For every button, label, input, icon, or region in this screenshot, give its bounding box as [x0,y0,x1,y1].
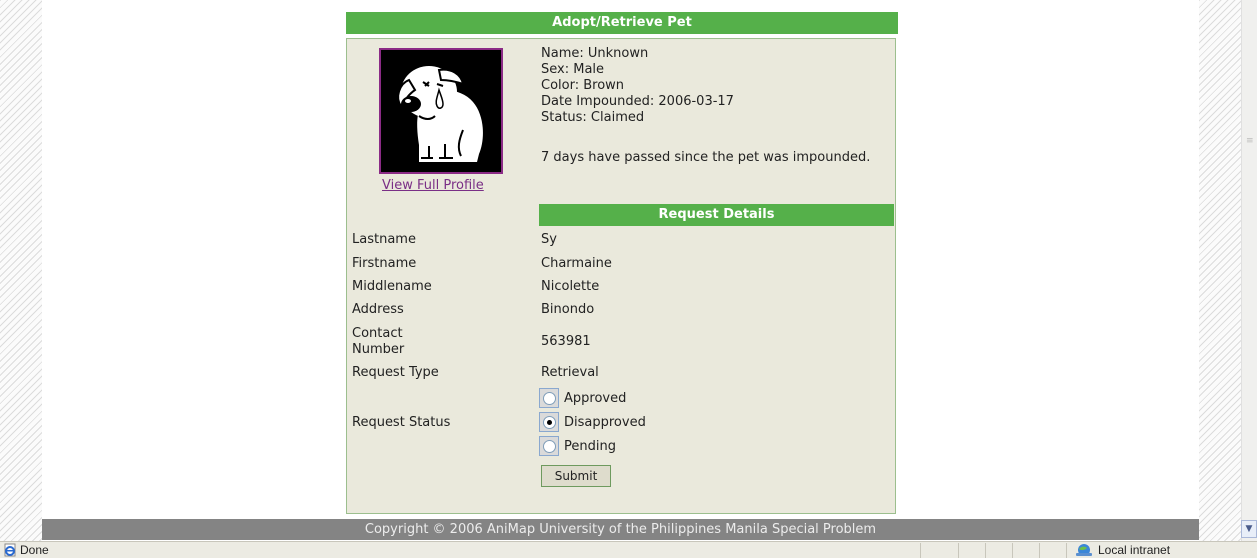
disapproved-radio[interactable] [539,412,559,432]
status-option-pending[interactable]: Pending [539,435,616,457]
submit-button[interactable]: Submit [541,465,611,487]
pet-name: Name: Unknown [541,46,649,61]
pet-summary: Name: Unknown Sex: Male Color: Brown Dat… [541,46,734,126]
view-full-profile-link[interactable]: View Full Profile [382,178,484,193]
pet-date-impounded: Date Impounded: 2006-03-17 [541,94,734,109]
middlename-value: Nicolette [541,279,600,294]
browser-status-bar: Done Local intranet [0,541,1257,558]
firstname-value: Charmaine [541,256,612,271]
request-type-label: Request Type [352,365,439,380]
page-done-icon [4,543,16,557]
scrollbar-grip-icon: ≡ [1246,136,1254,146]
zone-text: Local intranet [1098,543,1171,557]
contact-number-value: 563981 [541,334,591,349]
status-text: Done [20,543,49,557]
right-margin-pattern [1199,0,1241,541]
approved-label: Approved [564,390,627,406]
left-margin-pattern [0,0,42,541]
vertical-scrollbar[interactable]: ≡ [1241,0,1257,541]
page-title: Adopt/Retrieve Pet [346,12,898,34]
address-label: Address [352,302,404,317]
copyright-footer: Copyright © 2006 AniMap University of th… [42,519,1199,540]
status-option-approved[interactable]: Approved [539,387,626,409]
request-type-value: Retrieval [541,365,599,380]
request-details-heading: Request Details [539,204,894,226]
status-option-disapproved[interactable]: Disapproved [539,411,646,433]
address-value: Binondo [541,302,595,317]
firstname-label: Firstname [352,256,417,271]
scroll-down-button[interactable]: ▼ [1241,520,1257,538]
pending-radio[interactable] [539,436,559,456]
lastname-label: Lastname [352,232,416,247]
disapproved-label: Disapproved [564,414,646,430]
local-intranet-icon [1076,544,1092,556]
days-impounded-note: 7 days have passed since the pet was imp… [541,150,871,165]
sad-dog-icon [397,66,483,162]
lastname-value: Sy [541,232,557,247]
pet-sex: Sex: Male [541,62,605,77]
pending-label: Pending [564,438,616,454]
pet-photo [379,48,503,174]
contact-number-label: Contact Number [352,326,405,357]
pet-color: Color: Brown [541,78,625,93]
approved-radio[interactable] [539,388,559,408]
request-status-label: Request Status [352,415,451,430]
middlename-label: Middlename [352,279,432,294]
pet-status: Status: Claimed [541,110,645,125]
